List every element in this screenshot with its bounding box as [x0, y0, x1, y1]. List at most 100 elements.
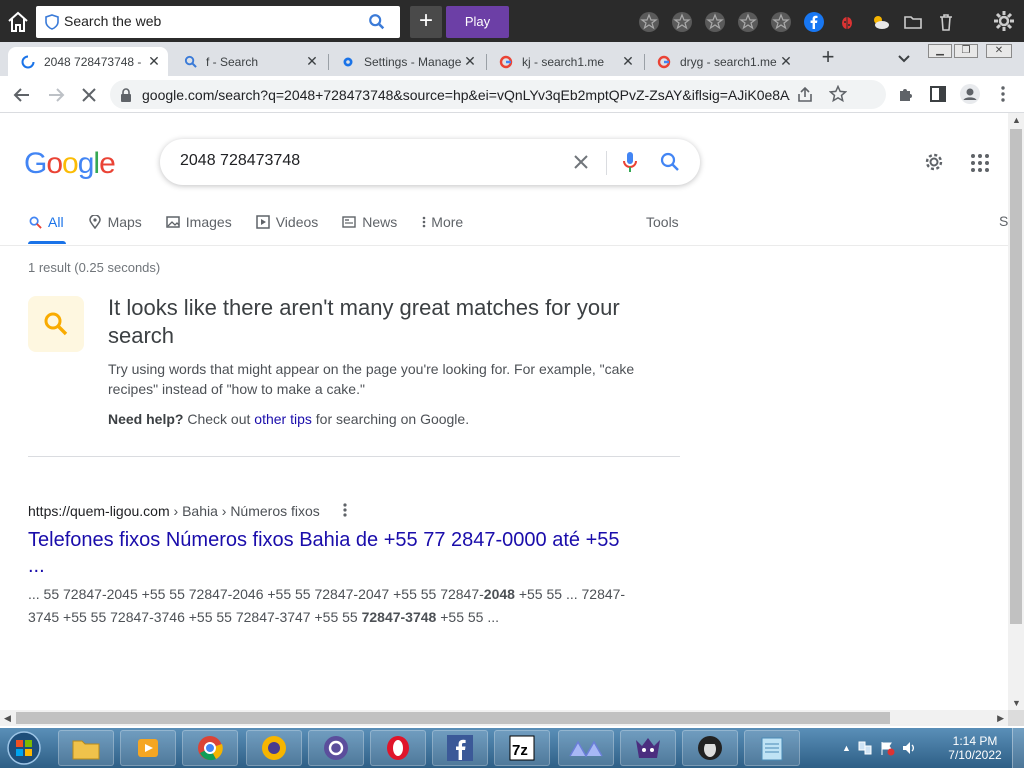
settings-gear-icon[interactable]	[922, 150, 946, 174]
url-text[interactable]: google.com/search?q=2048+728473748&sourc…	[142, 87, 790, 103]
search-icon[interactable]	[368, 13, 386, 31]
scroll-thumb[interactable]	[1010, 129, 1022, 624]
close-icon[interactable]: ✕	[146, 53, 162, 70]
clock[interactable]: 1:14 PM 7/10/2022	[942, 734, 1008, 762]
action-center-flag-icon[interactable]	[879, 740, 895, 756]
tab-more[interactable]: More	[421, 209, 463, 235]
tab-news[interactable]: News	[342, 209, 397, 235]
result-title-link[interactable]: Telefones fixos Números fixos Bahia de +…	[28, 527, 638, 579]
chrome-icon[interactable]	[182, 730, 238, 766]
microphone-icon[interactable]	[622, 150, 638, 174]
file-explorer-icon[interactable]	[58, 730, 114, 766]
forward-icon[interactable]	[45, 84, 67, 106]
facebook-icon[interactable]	[432, 730, 488, 766]
side-panel-icon[interactable]	[929, 85, 947, 103]
app-q-icon[interactable]	[308, 730, 364, 766]
notepad-icon[interactable]	[744, 730, 800, 766]
scroll-down-arrow[interactable]: ▼	[1012, 698, 1021, 708]
tab-settings[interactable]: Settings - Manage ✕	[328, 47, 484, 76]
address-bar[interactable]: google.com/search?q=2048+728473748&sourc…	[110, 80, 886, 109]
close-icon[interactable]: ✕	[462, 53, 478, 70]
facebook-icon[interactable]	[801, 9, 826, 34]
google-search-box[interactable]: 2048 728473748	[160, 139, 700, 185]
stop-icon[interactable]	[78, 84, 100, 106]
logo-letter: o	[46, 147, 63, 180]
minimize-button[interactable]: ▁	[928, 44, 952, 58]
clock-time: 1:14 PM	[952, 734, 998, 748]
chevron-down-icon[interactable]	[896, 52, 912, 66]
close-window-button[interactable]: ✕	[986, 44, 1012, 58]
network-icon[interactable]	[857, 740, 873, 756]
start-button-icon[interactable]	[4, 730, 44, 766]
scroll-left-arrow[interactable]: ◀	[4, 713, 11, 724]
other-tips-link[interactable]: other tips	[254, 411, 312, 427]
more-options-icon[interactable]	[340, 501, 350, 519]
app-monster-icon[interactable]	[620, 730, 676, 766]
sign-in-button[interactable]: S	[999, 213, 1008, 229]
close-icon[interactable]: ✕	[778, 53, 794, 70]
app-wave-icon[interactable]	[558, 730, 614, 766]
show-desktop-button[interactable]	[1012, 728, 1024, 768]
search-icon[interactable]	[660, 152, 680, 172]
tab-videos[interactable]: Videos	[255, 209, 319, 235]
bookmark-star-icon[interactable]	[829, 85, 847, 103]
gear-icon[interactable]	[992, 9, 1016, 33]
search-query[interactable]: 2048 728473748	[180, 152, 300, 170]
share-icon[interactable]	[796, 86, 814, 104]
play-button[interactable]: Play	[446, 6, 509, 38]
close-icon[interactable]: ✕	[620, 53, 636, 70]
tab-f-search[interactable]: f - Search ✕	[170, 47, 326, 76]
tab-strip: 2048 728473748 - ✕ f - Search ✕ Settings…	[0, 42, 1024, 76]
google-logo[interactable]: Google	[24, 147, 116, 181]
logo-letter: g	[77, 147, 95, 180]
home-icon[interactable]	[6, 10, 30, 34]
vpn-icon[interactable]	[246, 730, 302, 766]
new-tab-button[interactable]: +	[816, 46, 840, 70]
trash-icon[interactable]	[933, 9, 958, 34]
tab-all[interactable]: All	[28, 209, 64, 235]
star-icon[interactable]	[768, 9, 793, 34]
scroll-thumb[interactable]	[16, 712, 890, 724]
horizontal-scrollbar[interactable]: ◀ ▶	[0, 710, 1008, 726]
star-icon[interactable]	[735, 9, 760, 34]
tab-dryg-search[interactable]: dryg - search1.me ✕	[644, 47, 800, 76]
star-icon[interactable]	[702, 9, 727, 34]
extensions-icon[interactable]	[897, 85, 915, 103]
tray-expand-icon[interactable]: ▲	[842, 743, 851, 753]
vertical-scrollbar[interactable]: ▲ ▼	[1008, 113, 1024, 710]
clear-icon[interactable]	[572, 153, 590, 171]
opera-icon[interactable]	[370, 730, 426, 766]
web-search-input[interactable]: Search the web	[36, 6, 400, 38]
apps-grid-icon[interactable]	[970, 153, 990, 173]
close-icon[interactable]: ✕	[304, 53, 320, 70]
profile-avatar-icon[interactable]	[960, 84, 980, 104]
menu-kebab-icon[interactable]	[994, 85, 1012, 103]
result-stats: 1 result (0.25 seconds)	[28, 260, 161, 275]
scroll-up-arrow[interactable]: ▲	[1012, 115, 1021, 125]
no-match-title: It looks like there aren't many great ma…	[108, 295, 620, 348]
image-icon	[166, 215, 180, 229]
back-icon[interactable]	[11, 84, 33, 106]
media-player-icon[interactable]	[120, 730, 176, 766]
lock-icon[interactable]	[120, 88, 132, 102]
maximize-button[interactable]: ❐	[954, 44, 978, 58]
toolbar-top: Search the web + Play	[0, 0, 1024, 42]
tab-current-search[interactable]: 2048 728473748 - ✕	[8, 47, 168, 76]
tools-button[interactable]: Tools	[646, 214, 679, 230]
volume-icon[interactable]	[901, 740, 917, 756]
tab-label: Maps	[107, 214, 142, 230]
app-anonymous-icon[interactable]	[682, 730, 738, 766]
tab-maps[interactable]: Maps	[88, 209, 142, 235]
add-button[interactable]: +	[410, 6, 442, 38]
tab-label: Videos	[275, 214, 319, 230]
bug-icon[interactable]	[834, 9, 859, 34]
7zip-icon[interactable]: 7z	[494, 730, 550, 766]
star-icon[interactable]	[669, 9, 694, 34]
folder-icon[interactable]	[900, 9, 925, 34]
scroll-right-arrow[interactable]: ▶	[997, 713, 1004, 724]
star-icon[interactable]	[636, 9, 661, 34]
result-cite[interactable]: https://quem-ligou.com › Bahia › Números…	[28, 503, 320, 519]
tab-images[interactable]: Images	[166, 209, 232, 235]
tab-kj-search[interactable]: kj - search1.me ✕	[486, 47, 642, 76]
weather-icon[interactable]	[867, 9, 892, 34]
